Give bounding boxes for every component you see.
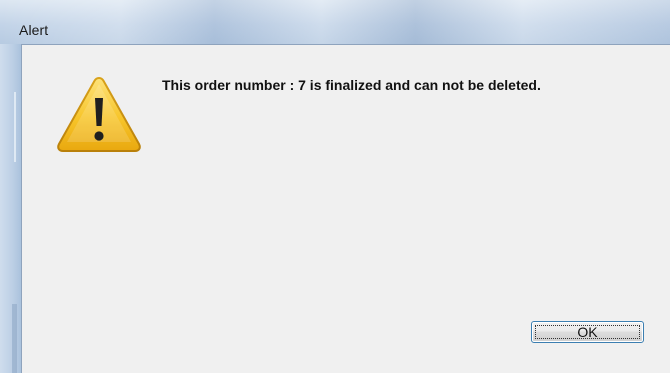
window-title: Alert (19, 22, 49, 38)
alert-window: Alert This order number: 7 is finalized… (0, 0, 670, 373)
screen: Alert This order number: 7 is finalized… (0, 0, 670, 373)
ok-button-label: OK (577, 324, 598, 340)
title-bar[interactable]: Alert (0, 0, 670, 44)
ok-button[interactable]: OK (531, 321, 644, 343)
border-glint (14, 92, 16, 162)
alert-message: This order number : 7 is finalized and c… (162, 77, 541, 93)
border-shade (12, 304, 17, 373)
warning-icon (57, 76, 141, 152)
window-left-border (0, 44, 21, 373)
dialog-body: This order number : 7 is finalized and c… (21, 44, 670, 373)
